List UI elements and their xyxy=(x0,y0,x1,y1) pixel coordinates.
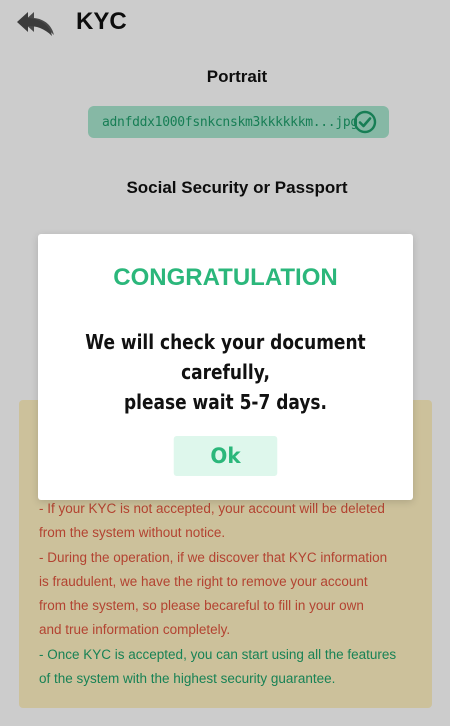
dialog-message: We will check your document carefully, p… xyxy=(66,327,385,417)
dialog-title: CONGRATULATION xyxy=(113,264,338,291)
congratulation-dialog: CONGRATULATION We will check your docume… xyxy=(38,234,413,500)
dialog-message-line: We will check your document carefully, xyxy=(85,330,366,384)
ok-button[interactable]: Ok xyxy=(173,436,278,476)
dialog-message-line: please wait 5-7 days. xyxy=(123,390,328,414)
